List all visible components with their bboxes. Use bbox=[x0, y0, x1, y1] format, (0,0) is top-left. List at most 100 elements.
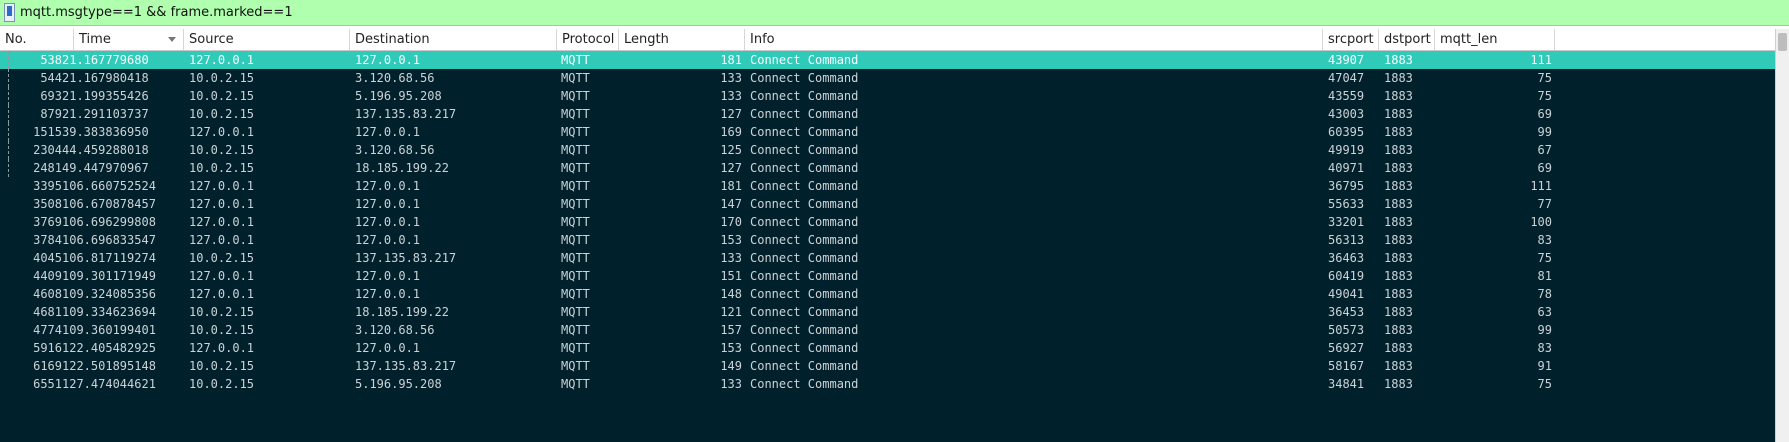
cell-destination: 127.0.0.1 bbox=[355, 53, 421, 67]
column-header-srcport[interactable]: srcport bbox=[1323, 29, 1379, 50]
cell-mqtt-len: 75 bbox=[1537, 251, 1552, 265]
packet-row[interactable]: 544 21.167980418 10.0.2.15 3.120.68.56 MQTT 1… bbox=[0, 69, 1775, 87]
packet-list-header: No. Time Source Destination Protocol Length In… bbox=[0, 29, 1775, 51]
cell-srcport: 60395 bbox=[1328, 125, 1365, 139]
packet-row[interactable]: 4045 106.817119274 10.0.2.15 137.135.83.217… bbox=[0, 249, 1775, 267]
cell-mqtt-len: 99 bbox=[1537, 323, 1552, 337]
cell-srcport: 36463 bbox=[1328, 251, 1365, 265]
cell-info: Connect Command bbox=[750, 323, 859, 337]
cell-no: 3784 bbox=[33, 233, 62, 247]
cell-srcport: 50573 bbox=[1328, 323, 1365, 337]
cell-info: Connect Command bbox=[750, 107, 859, 121]
cell-srcport: 34841 bbox=[1328, 377, 1365, 391]
cell-length: 157 bbox=[720, 323, 742, 337]
cell-destination: 127.0.0.1 bbox=[355, 215, 421, 229]
packet-row[interactable]: 3769 106.696299808 127.0.0.1 127.0.0.1 MQTT 1… bbox=[0, 213, 1775, 231]
packet-row[interactable]: 5916 122.405482925 127.0.0.1 127.0.0.1 MQTT 1… bbox=[0, 339, 1775, 357]
cell-time: 106.817119274 bbox=[62, 251, 156, 265]
cell-srcport: 47047 bbox=[1328, 71, 1365, 85]
column-header-mqtt-len[interactable]: mqtt_len bbox=[1435, 29, 1555, 50]
cell-source: 10.0.2.15 bbox=[189, 143, 255, 157]
cell-source: 10.0.2.15 bbox=[189, 323, 255, 337]
packet-row[interactable]: 4774 109.360199401 10.0.2.15 3.120.68.56 MQT… bbox=[0, 321, 1775, 339]
packet-row[interactable]: 538 21.167779680 127.0.0.1 127.0.0.1 MQTT 181… bbox=[0, 51, 1775, 69]
cell-length: 127 bbox=[720, 107, 742, 121]
packet-row[interactable]: 3508 106.670878457 127.0.0.1 127.0.0.1 MQTT 1… bbox=[0, 195, 1775, 213]
packet-list[interactable]: 538 21.167779680 127.0.0.1 127.0.0.1 MQTT 181… bbox=[0, 51, 1775, 442]
packet-row[interactable]: 4608 109.324085356 127.0.0.1 127.0.0.1 MQTT 1… bbox=[0, 285, 1775, 303]
column-header-destination[interactable]: Destination bbox=[350, 29, 557, 50]
cell-info: Connect Command bbox=[750, 233, 859, 247]
column-header-time[interactable]: Time bbox=[74, 29, 184, 50]
cell-mqtt-len: 81 bbox=[1537, 269, 1552, 283]
cell-no: 6169 bbox=[33, 359, 62, 373]
cell-time: 106.670878457 bbox=[62, 197, 156, 211]
cell-dstport: 1883 bbox=[1384, 143, 1413, 157]
column-header-protocol[interactable]: Protocol bbox=[557, 29, 619, 50]
cell-no: 4045 bbox=[33, 251, 62, 265]
cell-length: 170 bbox=[720, 215, 742, 229]
cell-no: 693 bbox=[40, 89, 62, 103]
scrollbar-thumb[interactable] bbox=[1778, 33, 1787, 51]
cell-time: 21.167980418 bbox=[62, 71, 149, 85]
cell-destination: 127.0.0.1 bbox=[355, 233, 421, 247]
column-header-dstport[interactable]: dstport bbox=[1379, 29, 1435, 50]
cell-mqtt-len: 100 bbox=[1530, 215, 1552, 229]
cell-info: Connect Command bbox=[750, 89, 859, 103]
filter-bookmark-icon[interactable] bbox=[4, 3, 15, 22]
packet-row[interactable]: 1515 39.383836950 127.0.0.1 127.0.0.1 MQTT 16… bbox=[0, 123, 1775, 141]
packet-row[interactable]: 4681 109.334623694 10.0.2.15 18.185.199.22 M… bbox=[0, 303, 1775, 321]
cell-time: 106.660752524 bbox=[62, 179, 156, 193]
vertical-scrollbar[interactable] bbox=[1775, 29, 1789, 442]
cell-length: 127 bbox=[720, 161, 742, 175]
display-filter-input[interactable] bbox=[16, 1, 1789, 24]
cell-no: 2481 bbox=[33, 161, 62, 175]
cell-source: 10.0.2.15 bbox=[189, 89, 255, 103]
cell-info: Connect Command bbox=[750, 125, 859, 139]
cell-mqtt-len: 75 bbox=[1537, 89, 1552, 103]
cell-no: 1515 bbox=[33, 125, 62, 139]
cell-length: 148 bbox=[720, 287, 742, 301]
column-header-length[interactable]: Length bbox=[619, 29, 745, 50]
packet-row[interactable]: 2481 49.447970967 10.0.2.15 18.185.199.22 MQ… bbox=[0, 159, 1775, 177]
column-header-info[interactable]: Info bbox=[745, 29, 1323, 50]
cell-mqtt-len: 69 bbox=[1537, 161, 1552, 175]
cell-protocol: MQTT bbox=[561, 323, 590, 337]
cell-protocol: MQTT bbox=[561, 341, 590, 355]
packet-row[interactable]: 693 21.199355426 10.0.2.15 5.196.95.208 MQTT… bbox=[0, 87, 1775, 105]
column-header-source[interactable]: Source bbox=[184, 29, 350, 50]
cell-source: 127.0.0.1 bbox=[189, 233, 255, 247]
cell-time: 122.405482925 bbox=[62, 341, 156, 355]
cell-length: 133 bbox=[720, 89, 742, 103]
cell-protocol: MQTT bbox=[561, 179, 590, 193]
cell-dstport: 1883 bbox=[1384, 287, 1413, 301]
cell-source: 127.0.0.1 bbox=[189, 287, 255, 301]
packet-row[interactable]: 6551 127.474044621 10.0.2.15 5.196.95.208 MQ… bbox=[0, 375, 1775, 393]
cell-srcport: 56927 bbox=[1328, 341, 1365, 355]
display-filter-bar bbox=[0, 0, 1789, 26]
cell-info: Connect Command bbox=[750, 269, 859, 283]
column-header-no[interactable]: No. bbox=[0, 29, 74, 50]
cell-dstport: 1883 bbox=[1384, 269, 1413, 283]
cell-protocol: MQTT bbox=[561, 251, 590, 265]
cell-mqtt-len: 83 bbox=[1537, 233, 1552, 247]
cell-source: 127.0.0.1 bbox=[189, 197, 255, 211]
packet-row[interactable]: 879 21.291103737 10.0.2.15 137.135.83.217 MQ… bbox=[0, 105, 1775, 123]
cell-length: 149 bbox=[720, 359, 742, 373]
cell-protocol: MQTT bbox=[561, 233, 590, 247]
cell-protocol: MQTT bbox=[561, 125, 590, 139]
cell-dstport: 1883 bbox=[1384, 215, 1413, 229]
packet-row[interactable]: 3395 106.660752524 127.0.0.1 127.0.0.1 MQTT 1… bbox=[0, 177, 1775, 195]
packet-row[interactable]: 3784 106.696833547 127.0.0.1 127.0.0.1 MQTT 1… bbox=[0, 231, 1775, 249]
cell-length: 125 bbox=[720, 143, 742, 157]
cell-srcport: 43559 bbox=[1328, 89, 1365, 103]
packet-row[interactable]: 6169 122.501895148 10.0.2.15 137.135.83.217… bbox=[0, 357, 1775, 375]
cell-destination: 137.135.83.217 bbox=[355, 107, 457, 121]
packet-row[interactable]: 2304 44.459288018 10.0.2.15 3.120.68.56 MQTT… bbox=[0, 141, 1775, 159]
cell-source: 127.0.0.1 bbox=[189, 125, 255, 139]
cell-protocol: MQTT bbox=[561, 215, 590, 229]
cell-length: 153 bbox=[720, 233, 742, 247]
cell-mqtt-len: 75 bbox=[1537, 71, 1552, 85]
packet-row[interactable]: 4409 109.301171949 127.0.0.1 127.0.0.1 MQTT 1… bbox=[0, 267, 1775, 285]
cell-protocol: MQTT bbox=[561, 71, 590, 85]
